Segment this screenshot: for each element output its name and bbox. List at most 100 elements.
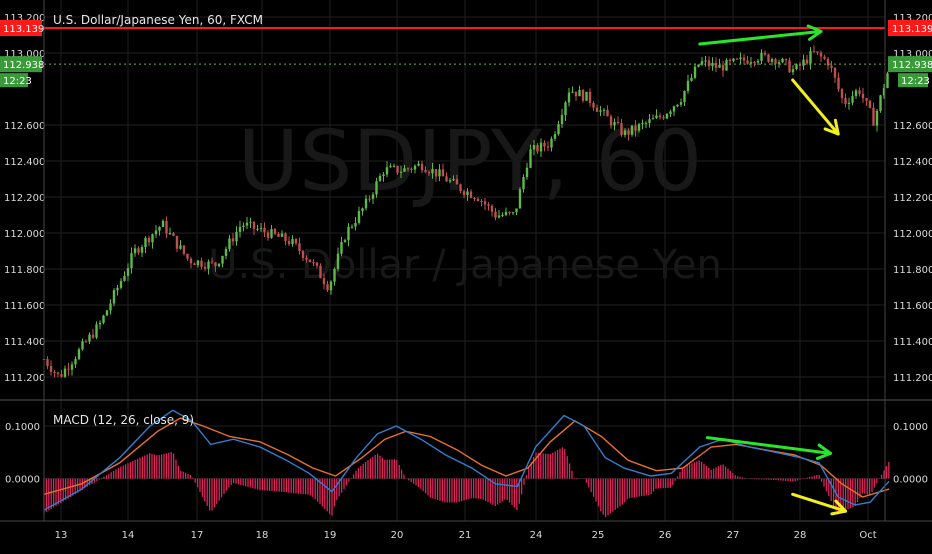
candle-body bbox=[879, 95, 882, 111]
candle-body bbox=[634, 125, 637, 131]
candle-body bbox=[802, 59, 805, 66]
candle-body bbox=[193, 263, 196, 266]
candle-body bbox=[721, 64, 725, 71]
candle-body bbox=[676, 104, 679, 107]
candle-body bbox=[305, 257, 308, 260]
candle-body bbox=[714, 62, 718, 68]
candle-body bbox=[340, 241, 343, 254]
candle-body bbox=[693, 66, 697, 78]
candle-body bbox=[770, 59, 774, 62]
candle-body bbox=[224, 248, 228, 256]
candle-body bbox=[389, 166, 392, 168]
candle-body bbox=[88, 334, 91, 342]
candle-body bbox=[221, 255, 224, 264]
candle-body bbox=[95, 324, 98, 338]
candle-body bbox=[508, 211, 511, 213]
candle-body bbox=[259, 227, 263, 229]
candle-body bbox=[795, 64, 798, 70]
candle-body bbox=[186, 253, 189, 259]
candle-body bbox=[742, 57, 746, 61]
price-tick-left: 111.400 bbox=[4, 337, 45, 348]
candle-body bbox=[270, 229, 273, 238]
candle-body bbox=[826, 58, 830, 66]
candle-body bbox=[483, 201, 487, 205]
candle-body bbox=[424, 170, 427, 173]
macd-tick-left: 0.0000 bbox=[5, 475, 40, 486]
candle-body bbox=[123, 275, 126, 281]
last-price-label-left: 112.938 bbox=[3, 60, 44, 71]
candle-body bbox=[613, 122, 616, 126]
candle-body bbox=[126, 268, 130, 276]
candle-body bbox=[130, 253, 133, 269]
candle-body bbox=[599, 110, 602, 112]
candle-body bbox=[585, 91, 588, 101]
candle-body bbox=[333, 269, 336, 282]
chart-canvas[interactable]: USDJPY, 60 U.S. Dollar / Japanese Yen 11… bbox=[0, 0, 932, 550]
candle-body bbox=[798, 64, 802, 66]
price-tick-left: 112.200 bbox=[4, 193, 45, 204]
candle-body bbox=[476, 198, 480, 201]
candle-body bbox=[371, 194, 375, 199]
candle-body bbox=[385, 167, 389, 175]
candle-body bbox=[74, 359, 77, 365]
candle-body bbox=[739, 57, 742, 59]
candle-body bbox=[315, 262, 319, 266]
candle-body bbox=[627, 130, 630, 135]
candle-body bbox=[427, 172, 431, 174]
price-tick-left: 112.600 bbox=[4, 121, 45, 132]
price-tick-left: 111.600 bbox=[4, 301, 45, 312]
candle-body bbox=[623, 130, 627, 135]
candle-body bbox=[252, 221, 256, 229]
candle-body bbox=[511, 212, 515, 214]
candle-body bbox=[413, 165, 417, 170]
candle-body bbox=[242, 225, 245, 227]
candle-body bbox=[438, 169, 441, 177]
candle-body bbox=[679, 102, 683, 105]
candle-body bbox=[319, 265, 322, 279]
candle-body bbox=[98, 322, 102, 325]
candle-body bbox=[280, 233, 284, 237]
candle-body bbox=[137, 248, 140, 253]
candle-body bbox=[207, 261, 210, 269]
price-tick-left: 112.400 bbox=[4, 157, 45, 168]
candle-body bbox=[217, 263, 221, 267]
candle-body bbox=[833, 67, 837, 78]
candle-body bbox=[567, 92, 571, 103]
candle-body bbox=[165, 220, 168, 234]
candle-body bbox=[564, 102, 567, 116]
candle-body bbox=[651, 118, 655, 120]
candle-body bbox=[263, 227, 266, 233]
last-price-label-right: 112.938 bbox=[892, 60, 932, 71]
candle-body bbox=[322, 278, 326, 285]
price-tick-left: 111.200 bbox=[4, 373, 45, 384]
chart-root[interactable]: USDJPY, 60 U.S. Dollar / Japanese Yen 11… bbox=[0, 0, 932, 550]
candle-body bbox=[417, 163, 420, 166]
candle-body bbox=[819, 52, 823, 57]
candle-body bbox=[448, 180, 452, 182]
candle-body bbox=[557, 124, 560, 135]
candle-body bbox=[501, 215, 504, 217]
candle-body bbox=[700, 61, 704, 65]
candle-body bbox=[273, 229, 277, 234]
time-tick: 21 bbox=[459, 530, 472, 541]
candle-body bbox=[532, 145, 536, 150]
candle-body bbox=[767, 54, 770, 62]
candle-body bbox=[81, 341, 84, 350]
candle-body bbox=[119, 280, 123, 288]
candle-body bbox=[592, 102, 595, 108]
candle-body bbox=[336, 253, 340, 270]
candle-body bbox=[466, 191, 469, 195]
candle-body bbox=[235, 231, 238, 242]
candle-body bbox=[655, 115, 658, 119]
candle-body bbox=[756, 60, 760, 63]
candle-body bbox=[77, 349, 81, 360]
candle-body bbox=[182, 245, 186, 254]
candle-body bbox=[665, 114, 669, 119]
time-tick: 24 bbox=[530, 530, 543, 541]
candle-body bbox=[154, 230, 158, 235]
candle-body bbox=[753, 62, 756, 64]
price-tick-right: 111.400 bbox=[893, 337, 932, 348]
candle-body bbox=[606, 109, 609, 117]
candle-body bbox=[515, 208, 518, 213]
symbol-title: U.S. Dollar/Japanese Yen, 60, FXCM bbox=[53, 13, 263, 27]
